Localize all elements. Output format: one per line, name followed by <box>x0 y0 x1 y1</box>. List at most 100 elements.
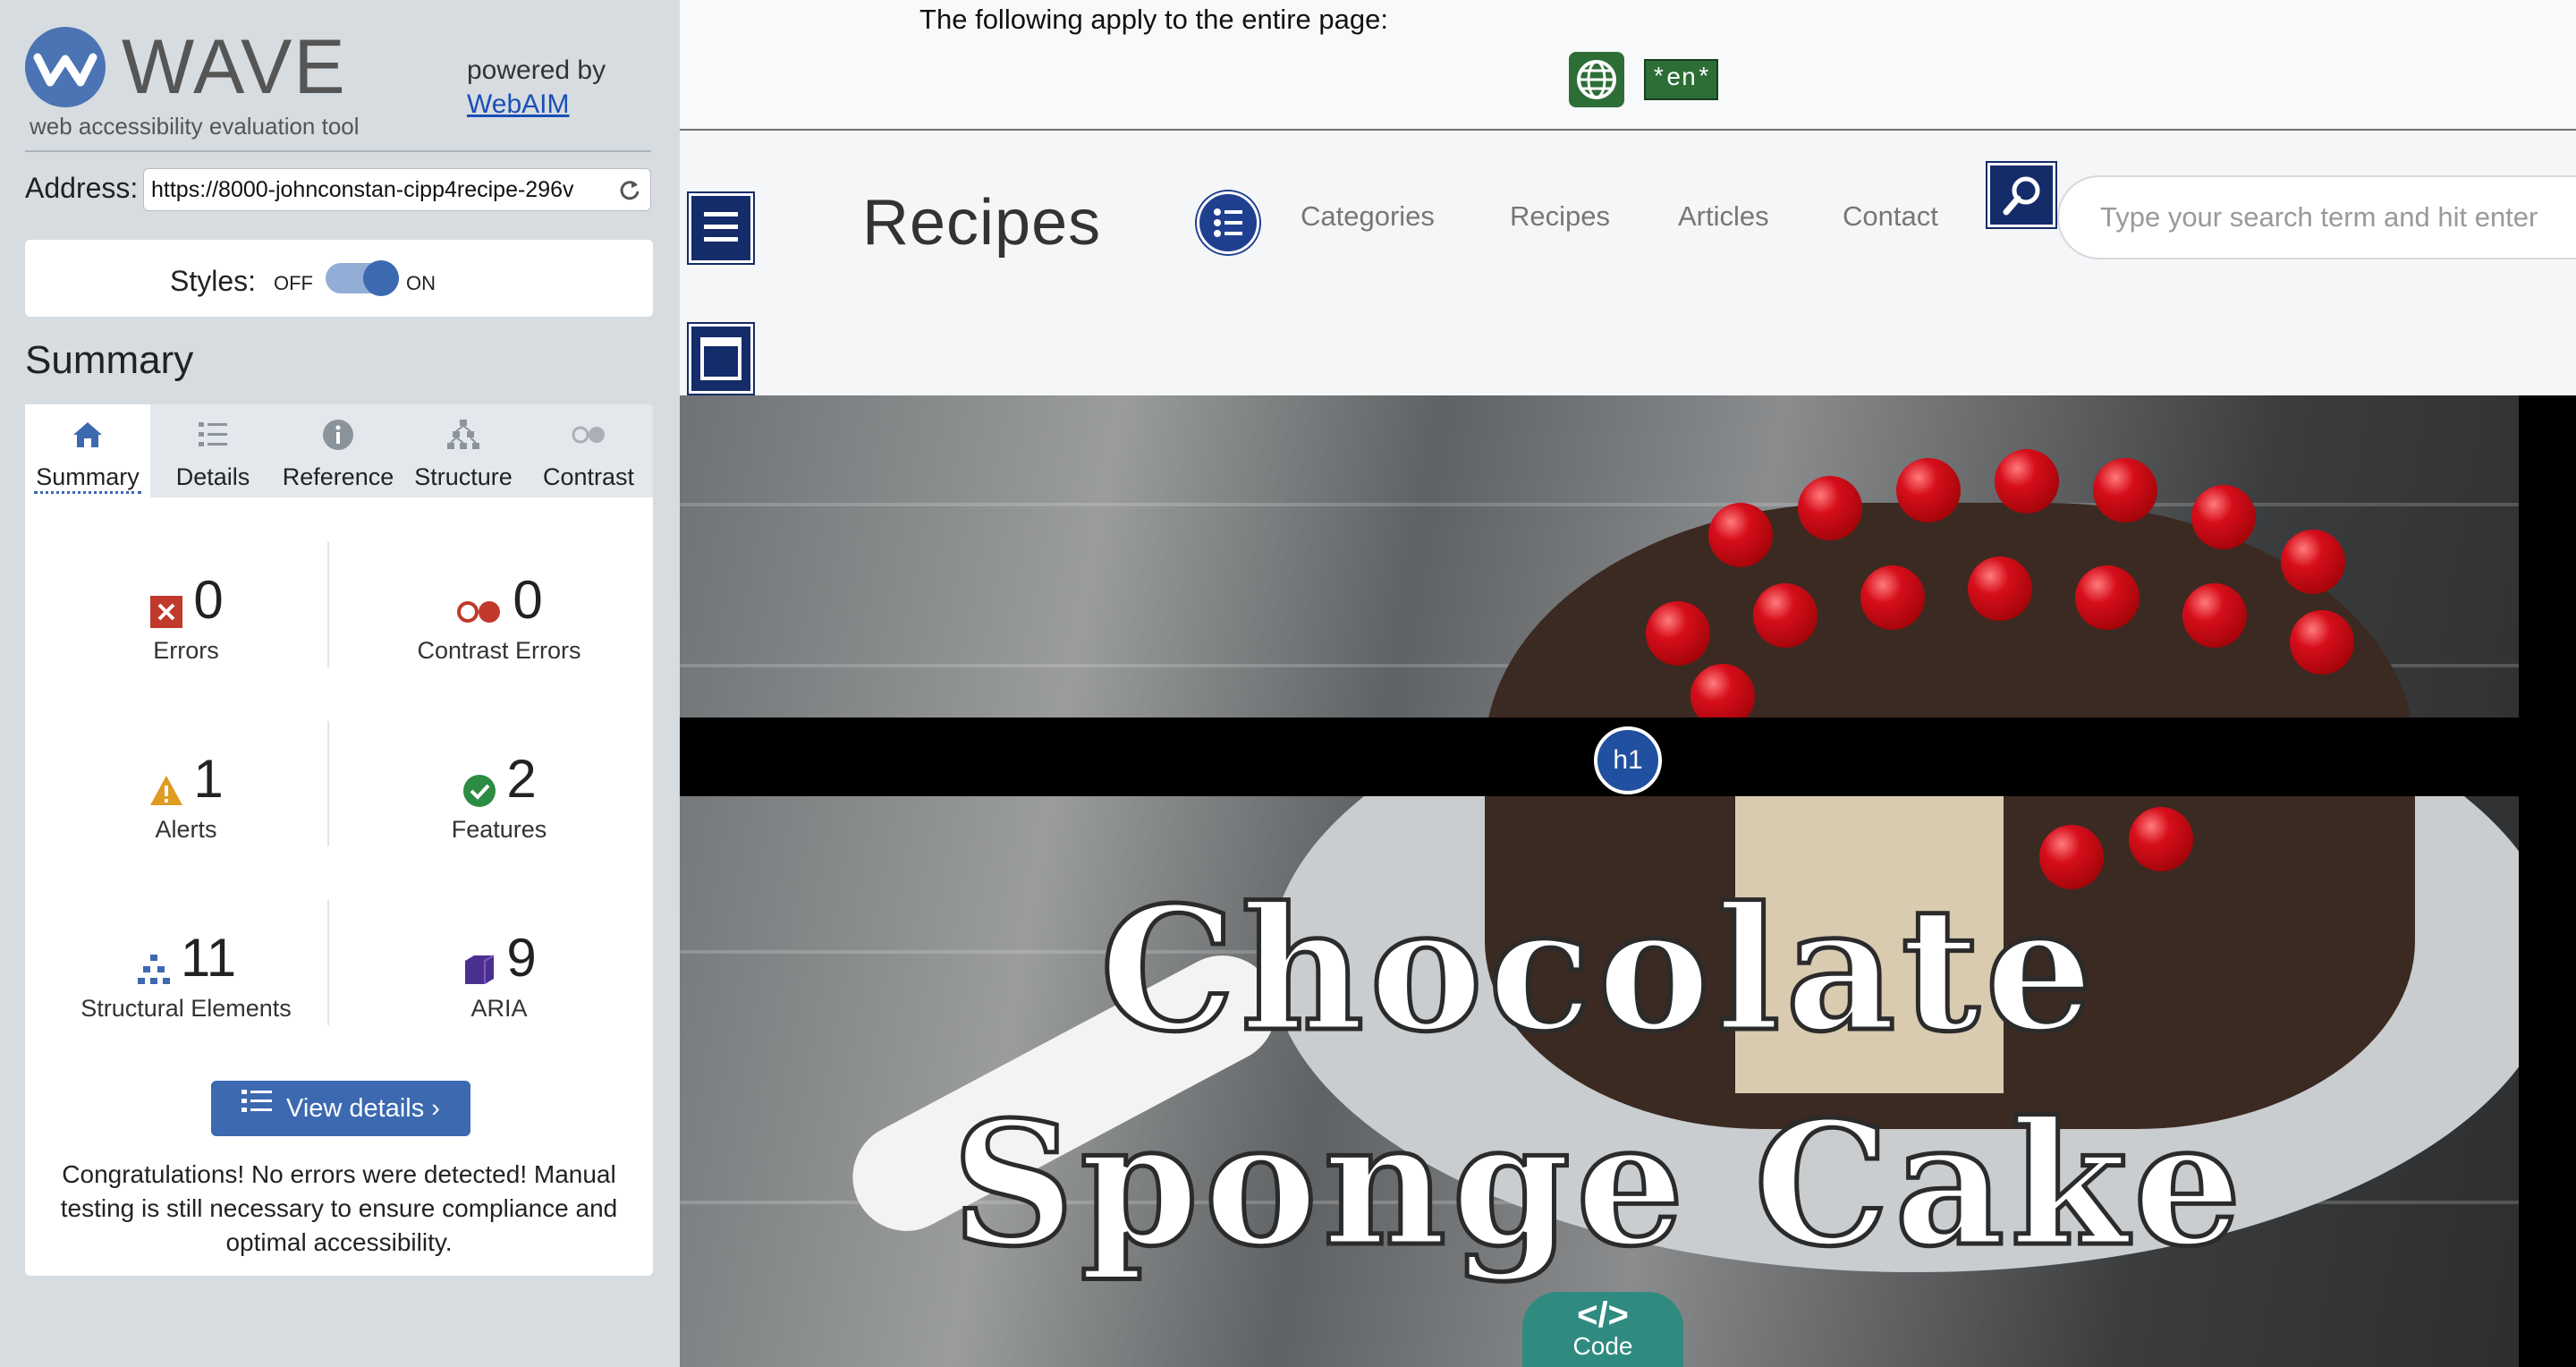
address-value: https://8000-johnconstan-cipp4recipe-296… <box>151 177 574 202</box>
list-icon <box>195 417 231 453</box>
refresh-icon[interactable] <box>618 178 641 201</box>
tab-label: Structure <box>414 463 513 490</box>
hero-title-line-1: Chocolate <box>1097 868 2099 1072</box>
check-circle-icon <box>462 760 497 808</box>
document-banner-text: The following apply to the entire page: <box>919 4 1388 35</box>
view-details-button[interactable]: View details › <box>211 1081 470 1136</box>
tab-reference[interactable]: Reference <box>275 404 401 497</box>
hero-banner: h1 Chocolate Sponge Cake </> Code <box>680 395 2519 1367</box>
site-title[interactable]: Recipes <box>862 186 1101 259</box>
list-icon <box>242 1079 274 1134</box>
document-level-banner: The following apply to the entire page: … <box>680 0 2576 131</box>
code-view-toggle[interactable]: </> Code <box>1522 1292 1683 1367</box>
nav-link-contact[interactable]: Contact <box>1843 200 1938 233</box>
wave-sidebar: WAVE web accessibility evaluation tool p… <box>0 0 680 1367</box>
berry-image <box>1708 503 1773 567</box>
divider <box>327 900 329 1025</box>
language-badge[interactable]: *en* <box>1644 59 1719 100</box>
scroll-edge-bar <box>2519 395 2576 1367</box>
berry-image <box>1798 476 1862 540</box>
alert-triangle-icon <box>148 760 184 806</box>
berry-image <box>1646 601 1710 666</box>
tab-label: Reference <box>282 463 394 490</box>
divider <box>327 721 329 846</box>
tab-structure[interactable]: Structure <box>401 404 526 497</box>
stat-contrast-errors[interactable]: 0 Contrast Errors <box>365 569 633 665</box>
stat-errors[interactable]: 0 Errors <box>52 569 320 665</box>
contrast-errors-label: Contrast Errors <box>417 637 581 664</box>
styles-label: Styles: <box>170 265 257 297</box>
contrast-errors-count: 0 <box>513 570 543 630</box>
toggle-knob <box>363 260 399 296</box>
errors-count: 0 <box>193 570 224 630</box>
berry-image <box>2281 530 2345 594</box>
styles-on-label: ON <box>406 272 436 294</box>
home-icon <box>70 417 106 453</box>
address-label: Address: <box>25 172 139 204</box>
globe-icon[interactable] <box>1569 52 1624 107</box>
h1-heading-icon[interactable]: h1 <box>1594 726 1662 794</box>
wave-brand: WAVE <box>122 24 347 110</box>
search-input[interactable]: Type your search term and hit enter <box>2057 175 2576 259</box>
aria-landmark-icon[interactable] <box>689 324 753 394</box>
berry-image <box>1753 583 1818 648</box>
error-x-icon <box>148 581 184 629</box>
webaim-link[interactable]: WebAIM <box>467 88 606 122</box>
code-label: Code <box>1572 1332 1633 1360</box>
stat-features[interactable]: 2 Features <box>365 748 633 844</box>
tab-contrast[interactable]: Contrast <box>526 404 651 497</box>
styles-toggle[interactable] <box>326 260 399 296</box>
tab-label: Contrast <box>542 463 635 490</box>
berry-image <box>2093 458 2157 522</box>
summary-message: Congratulations! No errors were detected… <box>60 1160 618 1256</box>
aria-count: 9 <box>506 928 537 988</box>
tab-summary[interactable]: Summary <box>25 404 150 497</box>
powered-by: powered by WebAIM <box>467 54 606 122</box>
divider <box>25 150 651 152</box>
berry-image <box>2290 610 2354 675</box>
berry-image <box>1995 449 2059 514</box>
site-header: Recipes Categories Recipes Articles Cont… <box>680 131 2576 395</box>
panel-tabs: Summary Details Reference Structure Cont… <box>25 404 653 497</box>
stat-structural-elements[interactable]: 11 Structural Elements <box>52 927 320 1023</box>
tab-details[interactable]: Details <box>150 404 275 497</box>
nav-link-articles[interactable]: Articles <box>1678 200 1769 233</box>
hero-title-line-2: Sponge Cake <box>950 1083 2247 1286</box>
list-structure-icon[interactable] <box>1197 191 1259 254</box>
features-label: Features <box>451 816 547 843</box>
aria-cube-icon <box>462 938 497 985</box>
features-count: 2 <box>506 749 537 809</box>
berry-image <box>1968 556 2032 621</box>
structure-icon <box>136 938 172 985</box>
alerts-count: 1 <box>193 749 224 809</box>
summary-heading: Summary <box>25 338 194 382</box>
summary-panel: 0 Errors 0 Contrast Errors 1 Alerts 2 Fe… <box>25 497 653 1276</box>
styles-panel: Styles: OFF ON <box>25 240 653 317</box>
tab-label: Summary <box>34 463 141 494</box>
stat-alerts[interactable]: 1 Alerts <box>52 748 320 844</box>
nav-link-recipes[interactable]: Recipes <box>1510 200 1610 233</box>
evaluated-page: The following apply to the entire page: … <box>680 0 2576 1367</box>
search-icon[interactable] <box>1987 163 2055 227</box>
berry-image <box>2182 583 2247 648</box>
contrast-error-icon <box>455 581 504 624</box>
tab-label: Details <box>175 463 250 490</box>
berry-image <box>1896 458 1961 522</box>
structural-label: Structural Elements <box>80 995 292 1022</box>
berry-image <box>2129 807 2193 871</box>
info-icon <box>320 417 356 453</box>
nav-link-categories[interactable]: Categories <box>1301 200 1435 233</box>
alerts-label: Alerts <box>155 816 217 843</box>
berry-image <box>2191 485 2256 549</box>
berry-image <box>1860 565 1925 630</box>
stat-aria[interactable]: 9 ARIA <box>365 927 633 1023</box>
view-details-label: View details › <box>286 1094 440 1123</box>
address-input[interactable]: https://8000-johnconstan-cipp4recipe-296… <box>143 168 651 211</box>
errors-label: Errors <box>153 637 219 664</box>
code-icon: </> <box>1577 1295 1629 1335</box>
powered-by-label: powered by <box>467 55 606 85</box>
structural-count: 11 <box>180 928 237 988</box>
aria-landmark-icon[interactable] <box>689 193 753 263</box>
contrast-toggle-icon <box>571 417 606 453</box>
divider <box>327 542 329 667</box>
